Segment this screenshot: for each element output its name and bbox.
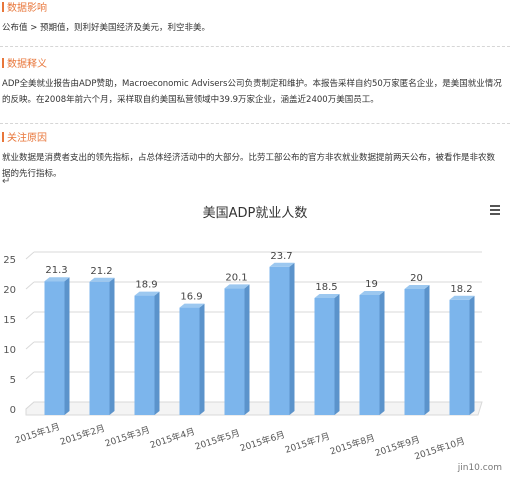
x-tick-label: 2015年6月 xyxy=(238,428,286,454)
y-tick-label: 5 xyxy=(10,375,16,386)
x-tick-label: 2015年10月 xyxy=(413,435,467,463)
y-tick-label: 0 xyxy=(10,405,16,416)
bar-side xyxy=(109,277,115,415)
bar xyxy=(134,295,155,415)
x-tick-label: 2015年8月 xyxy=(328,432,376,458)
bar-side xyxy=(154,291,160,415)
gridline-depth xyxy=(25,311,35,320)
x-tick-label: 2015年2月 xyxy=(58,422,106,448)
bar xyxy=(404,289,425,415)
data-label: 23.7 xyxy=(270,251,292,262)
bar xyxy=(179,307,200,415)
data-label: 21.2 xyxy=(90,266,112,277)
bar-side xyxy=(199,303,205,415)
gridline-depth xyxy=(25,251,35,260)
x-tick-label: 2015年5月 xyxy=(193,427,241,453)
bar xyxy=(314,298,335,415)
data-label: 21.3 xyxy=(45,265,67,276)
bar-side xyxy=(379,291,385,415)
bar-chart: 0 5 10 15 20 25 21.3 2015年1月 21.2 2015年2月 18.9 2015… xyxy=(3,251,483,463)
bar-side xyxy=(334,294,340,415)
bar-side xyxy=(244,284,250,415)
x-tick-label: 2015年7月 xyxy=(283,430,331,456)
data-label: 18.2 xyxy=(450,284,472,295)
x-tick-label: 2015年1月 xyxy=(13,420,61,446)
bar xyxy=(269,266,290,415)
y-tick-label: 10 xyxy=(3,345,16,356)
y-tick-label: 15 xyxy=(3,315,16,326)
bar xyxy=(224,288,245,415)
gridline-depth xyxy=(25,281,35,290)
bar-side xyxy=(469,295,475,415)
bar-side xyxy=(289,262,295,415)
data-label: 16.9 xyxy=(180,292,202,303)
data-label: 20.1 xyxy=(225,272,247,283)
data-label: 20 xyxy=(410,273,423,284)
y-tick-label: 25 xyxy=(3,255,16,266)
bar xyxy=(44,281,65,415)
data-label: 18.9 xyxy=(135,280,157,291)
x-tick-label: 2015年3月 xyxy=(103,424,151,450)
gridline-depth xyxy=(25,371,35,380)
bar-side xyxy=(424,285,430,415)
bar xyxy=(89,281,110,415)
bar xyxy=(359,295,380,415)
data-label: 19 xyxy=(365,279,378,290)
bar-side xyxy=(64,277,70,415)
watermark: jin10.com xyxy=(457,463,502,473)
gridline-depth xyxy=(25,341,35,350)
data-label: 18.5 xyxy=(315,282,337,293)
bar xyxy=(449,299,470,415)
x-tick-label: 2015年4月 xyxy=(148,425,196,451)
y-tick-label: 20 xyxy=(3,285,16,296)
